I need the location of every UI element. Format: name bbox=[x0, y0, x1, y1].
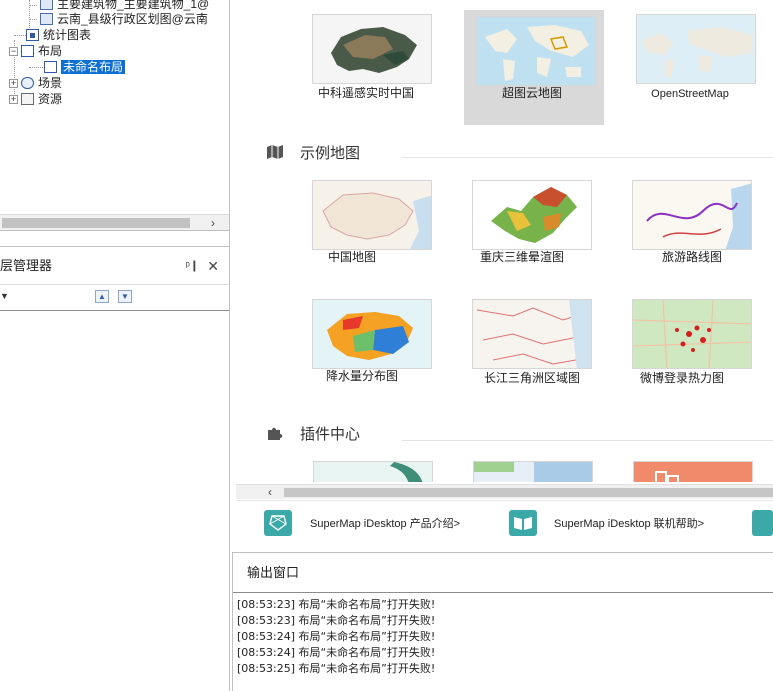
tree-horizontal-scrollbar[interactable]: › bbox=[0, 214, 229, 230]
product-intro-link[interactable]: SuperMap iDesktop 产品介绍> bbox=[310, 509, 460, 539]
basemap-thumbnail bbox=[636, 14, 756, 84]
scrollbar-thumb[interactable] bbox=[2, 218, 190, 228]
example-map-card[interactable]: 降水量分布图 bbox=[294, 297, 434, 413]
plugin-thumbnail[interactable] bbox=[313, 461, 433, 482]
example-map-label: 微博登录热力图 bbox=[639, 371, 724, 385]
dropdown-arrow-icon[interactable]: ▼ bbox=[0, 291, 9, 301]
basemap-thumbnail bbox=[476, 16, 596, 86]
example-map-thumbnail bbox=[632, 299, 752, 369]
basemap-label: 超图云地图 bbox=[501, 86, 562, 100]
chevron-right-icon[interactable]: › bbox=[211, 215, 215, 230]
basemap-label: OpenStreetMap bbox=[651, 88, 729, 100]
section-title: 插件中心 bbox=[300, 426, 361, 443]
example-map-thumbnail bbox=[632, 180, 752, 250]
example-map-card[interactable]: 重庆三维晕渲图 bbox=[454, 178, 594, 294]
tree-item-label: 场景 bbox=[38, 76, 63, 90]
log-line: [08:53:24] 布局“未命名布局”打开失败! bbox=[237, 646, 436, 659]
layer-toolbar: ▼ ▲ ▼ bbox=[0, 285, 229, 311]
tree-item-label: 统计图表 bbox=[43, 28, 92, 42]
tree-item-label: 资源 bbox=[38, 92, 63, 106]
example-map-thumbnail bbox=[312, 180, 432, 250]
help-links-bar: SuperMap iDesktop 产品介绍> SuperMap iDeskto… bbox=[236, 500, 773, 548]
tree-item-label: 布局 bbox=[38, 44, 63, 58]
puzzle-icon bbox=[268, 427, 283, 440]
example-map-label: 旅游路线图 bbox=[661, 250, 722, 264]
online-help-link[interactable]: SuperMap iDesktop 联机帮助> bbox=[554, 509, 704, 539]
tree-item-label: 未命名布局 bbox=[61, 60, 126, 74]
book-icon[interactable] bbox=[509, 510, 537, 536]
tree-item-untitled-layout[interactable]: 未命名布局 bbox=[44, 59, 126, 75]
log-line: [08:53:25] 布局“未命名布局”打开失败! bbox=[237, 662, 436, 675]
tree-guide bbox=[29, 5, 37, 6]
plugin-thumbnail[interactable] bbox=[633, 461, 753, 482]
network-icon[interactable] bbox=[264, 510, 292, 536]
collapse-icon[interactable]: − bbox=[9, 47, 18, 56]
folder-icon bbox=[21, 93, 34, 105]
log-line: [08:53:23] 布局“未命名布局”打开失败! bbox=[237, 614, 436, 627]
move-up-button[interactable]: ▲ bbox=[95, 290, 109, 303]
plugin-thumbnail[interactable] bbox=[473, 461, 593, 482]
section-divider bbox=[402, 157, 773, 158]
basemap-card[interactable]: OpenStreetMap bbox=[618, 10, 758, 126]
tree-item-resources[interactable]: + 资源 bbox=[9, 91, 62, 107]
example-map-label: 中国地图 bbox=[327, 250, 376, 264]
left-dock: 主要建筑物_主要建筑物_1@ 云南_县级行政区划图@云南 统计图表 − 布局 未命… bbox=[0, 0, 230, 691]
basemap-card[interactable]: 中科遥感实时中国 bbox=[294, 10, 434, 126]
tree-guide bbox=[29, 67, 43, 68]
section-divider bbox=[402, 440, 773, 441]
move-down-button[interactable]: ▼ bbox=[118, 290, 132, 303]
expand-icon[interactable]: + bbox=[9, 79, 18, 88]
scene-icon bbox=[21, 77, 34, 89]
tree-item-charts[interactable]: 统计图表 bbox=[26, 27, 91, 43]
basemap-thumbnail bbox=[312, 14, 432, 84]
workspace-tree: 主要建筑物_主要建筑物_1@ 云南_县级行政区划图@云南 统计图表 − 布局 未命… bbox=[0, 0, 229, 231]
tree-item-label: 云南_县级行政区划图@云南 bbox=[57, 12, 208, 26]
tree-guide bbox=[14, 35, 26, 36]
tree-item-scenes[interactable]: + 场景 bbox=[9, 75, 62, 91]
chevron-left-icon[interactable]: ‹ bbox=[268, 485, 272, 500]
tree-item-layouts[interactable]: − 布局 bbox=[9, 43, 62, 59]
layout-icon bbox=[21, 45, 34, 57]
tree-guide bbox=[29, 19, 37, 20]
tree-item-label: 主要建筑物_主要建筑物_1@ bbox=[57, 0, 210, 11]
layer-icon bbox=[40, 13, 53, 25]
log-line: [08:53:23] 布局“未命名布局”打开失败! bbox=[237, 598, 436, 611]
tree-item-yunnan-layer[interactable]: 云南_县级行政区划图@云南 bbox=[40, 11, 208, 27]
section-title: 示例地图 bbox=[300, 145, 361, 162]
example-map-card[interactable]: 中国地图 bbox=[294, 178, 434, 294]
expand-icon[interactable]: + bbox=[9, 95, 18, 104]
log-line: [08:53:24] 布局“未命名布局”打开失败! bbox=[237, 630, 436, 643]
scrollbar-thumb[interactable] bbox=[284, 488, 773, 497]
output-log: [08:53:23] 布局“未命名布局”打开失败! [08:53:23] 布局“… bbox=[237, 597, 773, 677]
map-icon bbox=[267, 145, 283, 159]
example-map-thumbnail bbox=[472, 180, 592, 250]
example-map-label: 降水量分布图 bbox=[325, 369, 398, 383]
start-page: 中科遥感实时中国 超图云地图 OpenStreetMap 示例地图 中国地图 重… bbox=[236, 0, 773, 482]
close-icon[interactable]: ✕ bbox=[207, 247, 219, 285]
chart-icon bbox=[26, 29, 39, 41]
output-window: 输出窗口 [08:53:23] 布局“未命名布局”打开失败! [08:53:23… bbox=[232, 552, 773, 691]
example-map-label: 重庆三维晕渲图 bbox=[479, 250, 564, 264]
example-map-card[interactable]: 长江三角洲区域图 bbox=[454, 297, 594, 413]
layer-manager-panel: 层管理器 ᵖ❙ ✕ ▼ ▲ ▼ bbox=[0, 246, 229, 691]
example-map-thumbnail bbox=[472, 299, 592, 369]
output-window-title: 输出窗口 bbox=[233, 553, 773, 593]
download-icon[interactable] bbox=[752, 510, 773, 536]
layout-icon bbox=[44, 61, 57, 73]
start-page-horizontal-scrollbar[interactable]: ‹ bbox=[236, 484, 773, 499]
example-map-thumbnail bbox=[312, 299, 432, 369]
basemap-label: 中科遥感实时中国 bbox=[317, 86, 414, 100]
pin-icon[interactable]: ᵖ❙ bbox=[186, 247, 199, 285]
example-map-label: 长江三角洲区域图 bbox=[483, 371, 580, 385]
basemap-card-selected[interactable]: 超图云地图 bbox=[464, 10, 604, 125]
example-map-card[interactable]: 微博登录热力图 bbox=[614, 297, 754, 413]
panel-title: 层管理器 bbox=[0, 258, 53, 273]
layer-icon bbox=[40, 0, 53, 10]
example-map-card[interactable]: 旅游路线图 bbox=[614, 178, 754, 294]
layer-manager-header: 层管理器 ᵖ❙ ✕ bbox=[0, 247, 229, 285]
